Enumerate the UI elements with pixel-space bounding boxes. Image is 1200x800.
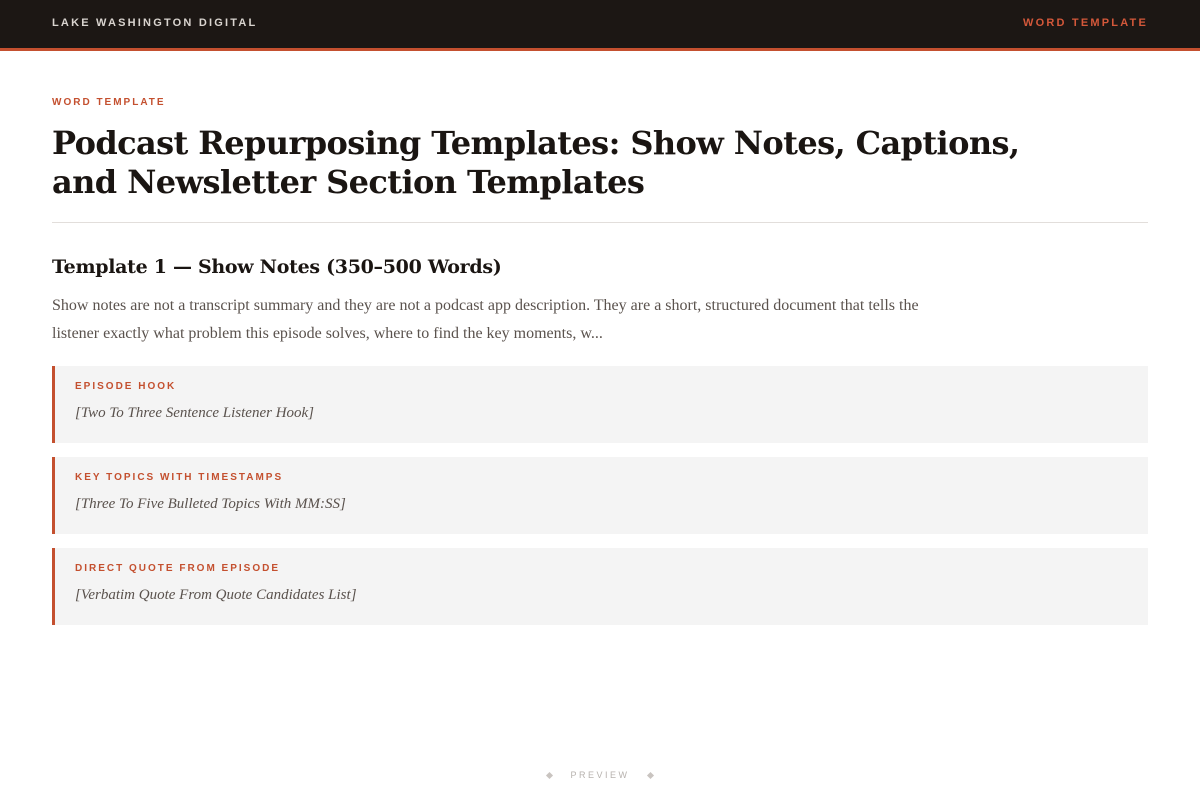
section-title: Template 1 — Show Notes (350–500 Words) (52, 256, 502, 278)
preview-label: PREVIEW (570, 770, 630, 780)
diamond-icon (646, 772, 654, 780)
template-field-key-topics: KEY TOPICS WITH TIMESTAMPS [Three To Fiv… (52, 457, 1148, 534)
template-field-direct-quote: DIRECT QUOTE FROM EPISODE [Verbatim Quot… (52, 548, 1148, 625)
brand-name[interactable]: LAKE WASHINGTON DIGITAL (52, 17, 257, 29)
title-divider (52, 222, 1148, 223)
field-placeholder: [Three To Five Bulleted Topics With MM:S… (75, 496, 346, 512)
eyebrow-label: WORD TEMPLATE (52, 97, 166, 108)
page-title: Podcast Repurposing Templates: Show Note… (52, 124, 1020, 201)
preview-footer: PREVIEW (0, 770, 1200, 780)
field-placeholder: [Verbatim Quote From Quote Candidates Li… (75, 587, 357, 603)
template-field-episode-hook: EPISODE HOOK [Two To Three Sentence List… (52, 366, 1148, 443)
field-label: EPISODE HOOK (75, 381, 177, 392)
section-intro: Show notes are not a transcript summary … (52, 297, 919, 342)
field-label: DIRECT QUOTE FROM EPISODE (75, 563, 281, 574)
field-label: KEY TOPICS WITH TIMESTAMPS (75, 472, 284, 483)
field-placeholder: [Two To Three Sentence Listener Hook] (75, 405, 315, 421)
top-bar: LAKE WASHINGTON DIGITAL WORD TEMPLATE (0, 0, 1200, 51)
document-type-tag: WORD TEMPLATE (1023, 17, 1148, 29)
diamond-icon (546, 772, 554, 780)
